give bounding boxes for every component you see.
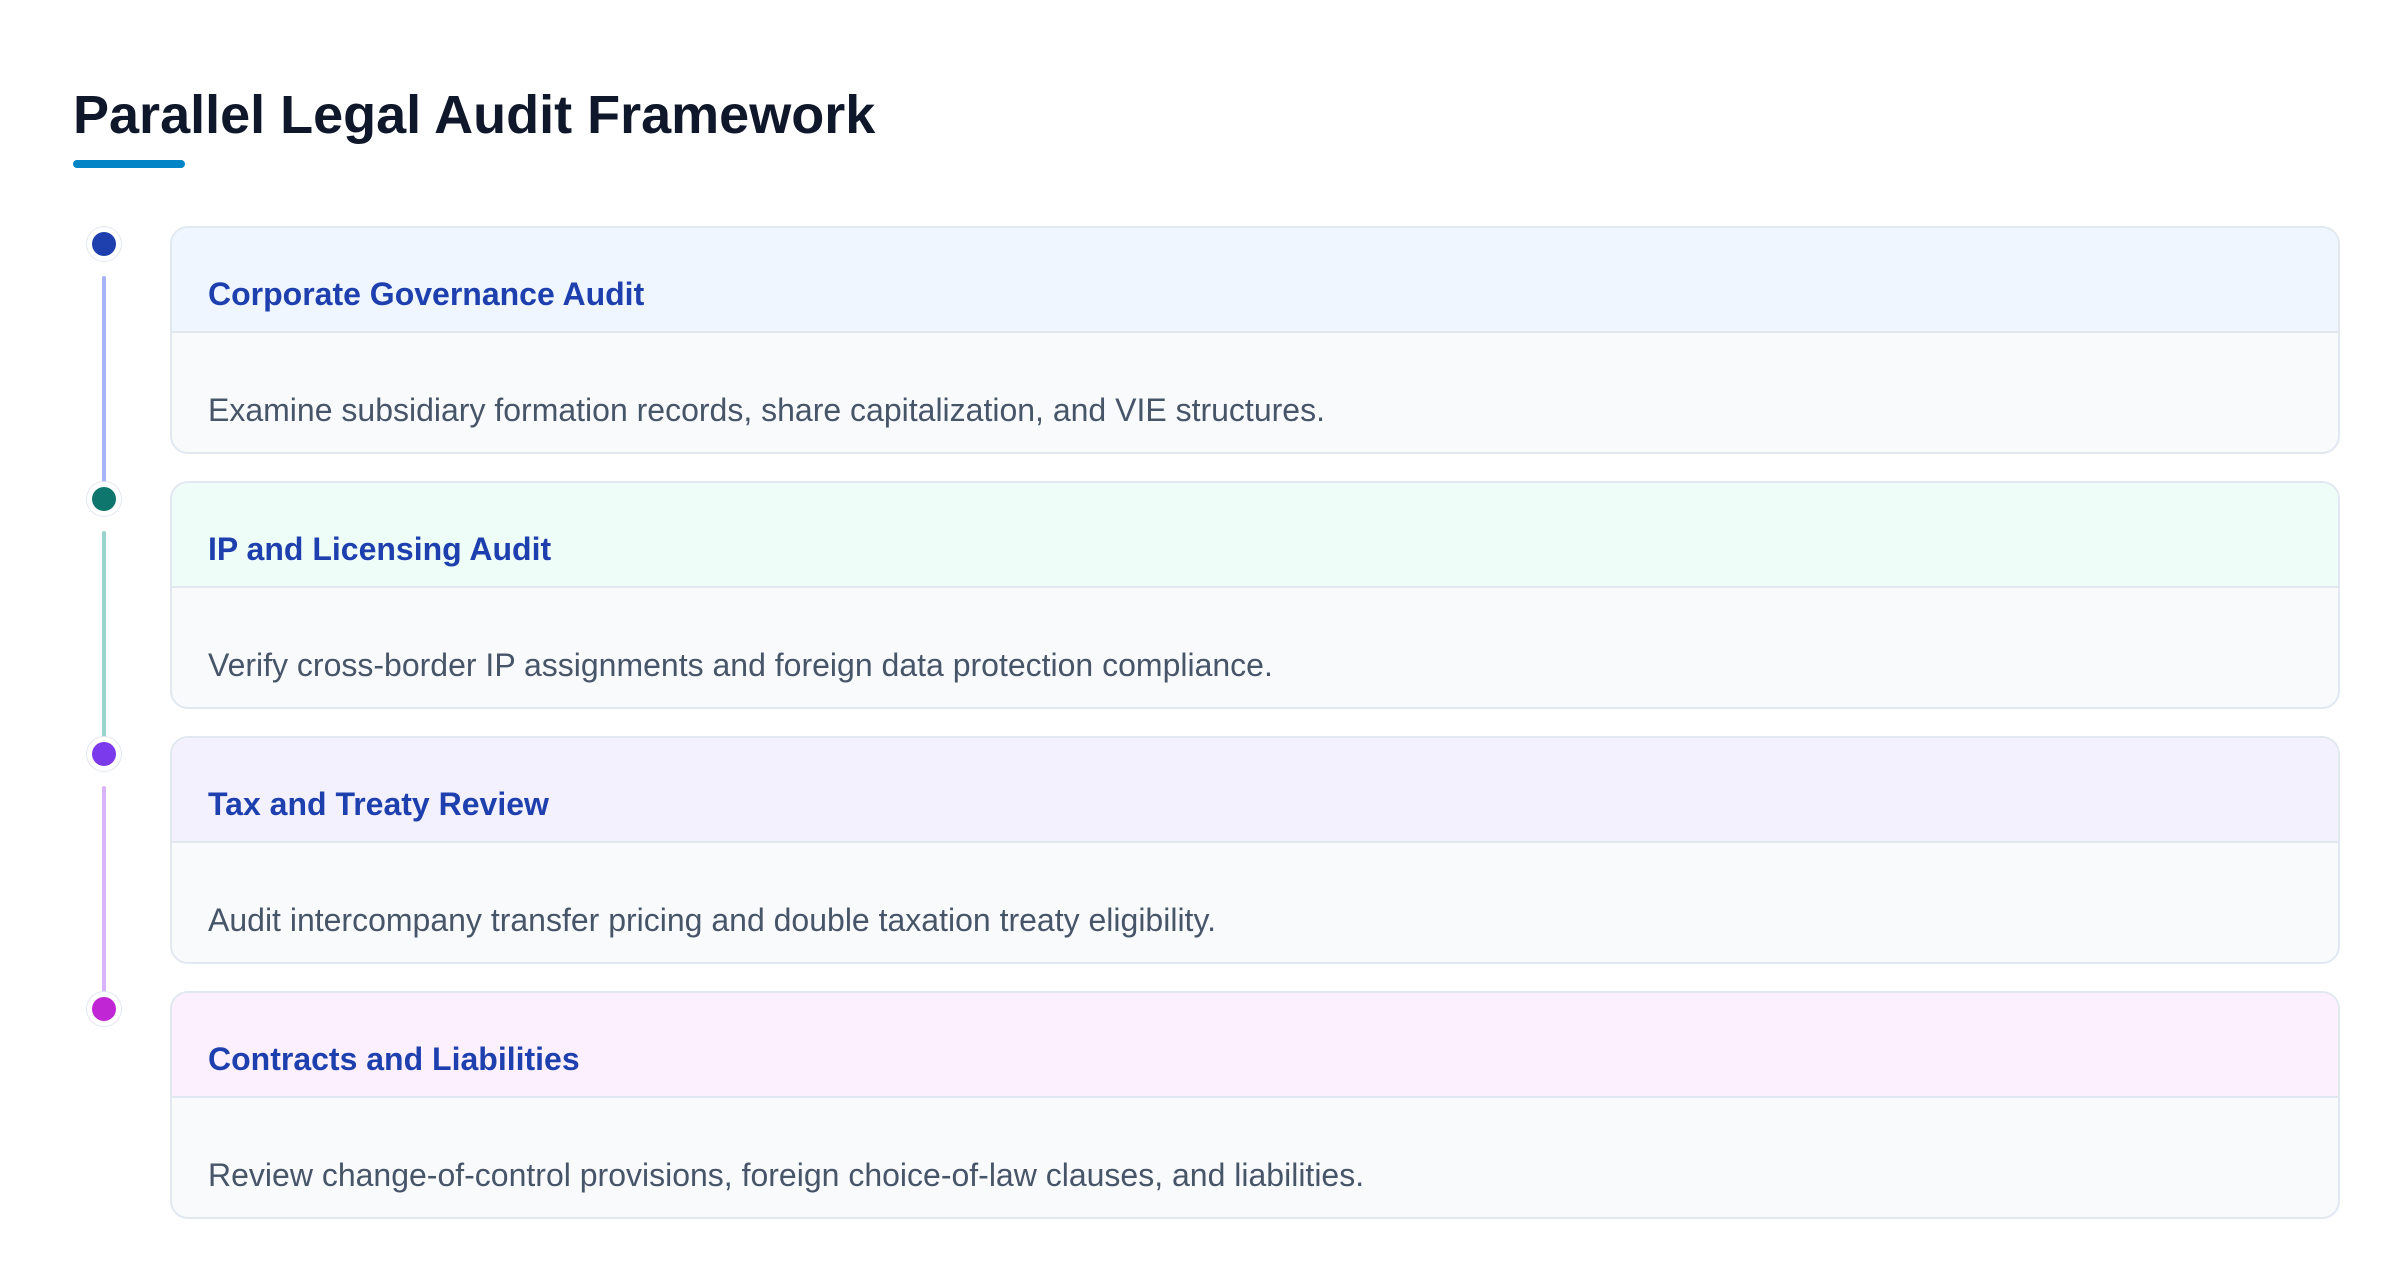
timeline-connector-2 bbox=[102, 531, 106, 739]
step-title: Contracts and Liabilities bbox=[208, 1041, 580, 1077]
step-card-header: Contracts and Liabilities bbox=[172, 993, 2338, 1098]
timeline-connector-1 bbox=[102, 276, 106, 484]
step-description: Review change-of-control provisions, for… bbox=[208, 1157, 1365, 1193]
timeline-node-1 bbox=[92, 232, 116, 256]
step-description: Audit intercompany transfer pricing and … bbox=[208, 902, 1216, 938]
step-card-2: IP and Licensing Audit Verify cross-bord… bbox=[170, 481, 2340, 709]
step-card-header: Tax and Treaty Review bbox=[172, 738, 2338, 843]
step-description: Verify cross-border IP assignments and f… bbox=[208, 647, 1273, 683]
step-description: Examine subsidiary formation records, sh… bbox=[208, 392, 1325, 428]
step-title: Corporate Governance Audit bbox=[208, 276, 645, 312]
step-card-4: Contracts and Liabilities Review change-… bbox=[170, 991, 2340, 1219]
step-title: Tax and Treaty Review bbox=[208, 786, 549, 822]
step-card-1: Corporate Governance Audit Examine subsi… bbox=[170, 226, 2340, 454]
timeline-node-2 bbox=[92, 487, 116, 511]
step-card-header: Corporate Governance Audit bbox=[172, 228, 2338, 333]
timeline-node-4 bbox=[92, 997, 116, 1021]
step-card-3: Tax and Treaty Review Audit intercompany… bbox=[170, 736, 2340, 964]
step-title: IP and Licensing Audit bbox=[208, 531, 552, 567]
timeline-connector-3 bbox=[102, 786, 106, 994]
step-card-header: IP and Licensing Audit bbox=[172, 483, 2338, 588]
timeline-node-3 bbox=[92, 742, 116, 766]
page: Parallel Legal Audit Framework Corporate… bbox=[0, 0, 2400, 1286]
